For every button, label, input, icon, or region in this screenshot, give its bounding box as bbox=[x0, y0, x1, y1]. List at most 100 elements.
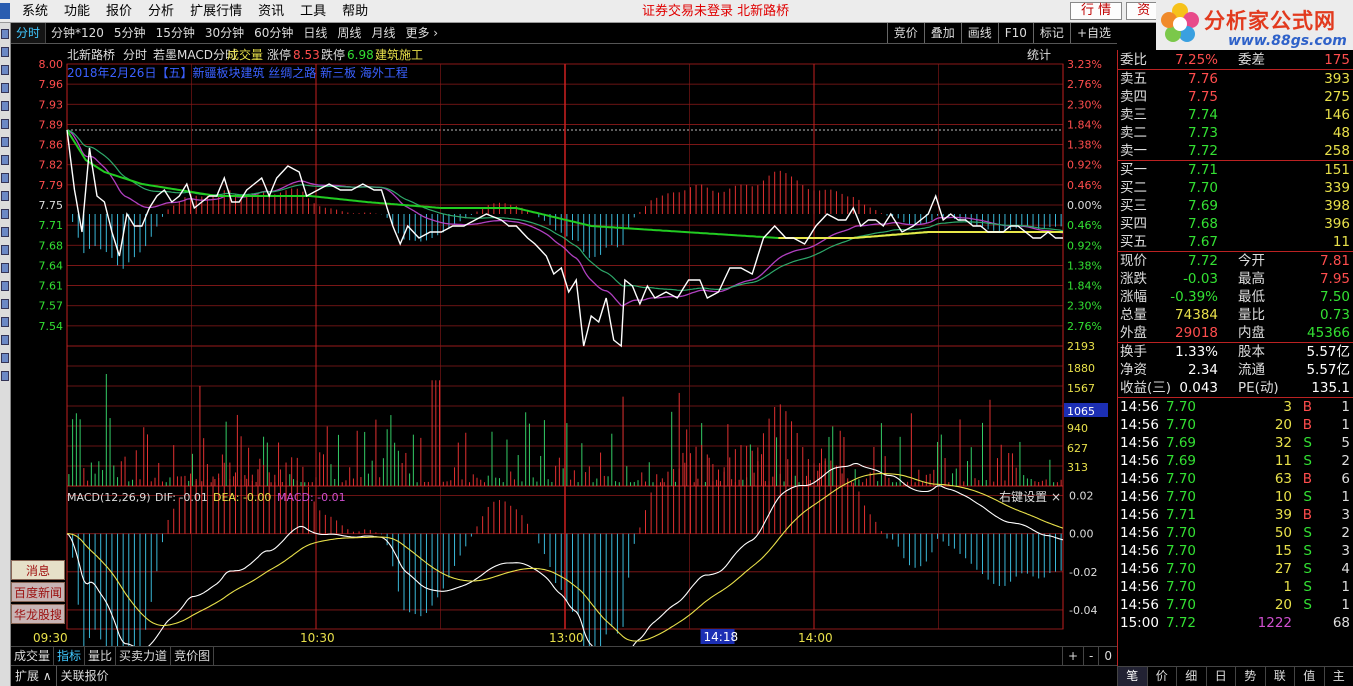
menu-item[interactable]: 功能 bbox=[56, 0, 98, 23]
quote-tab[interactable]: 联 bbox=[1264, 667, 1295, 686]
zoom-control[interactable]: + bbox=[1061, 647, 1083, 665]
period-tab[interactable]: 60分钟 bbox=[249, 23, 298, 43]
toolbar-icon[interactable] bbox=[1, 209, 9, 219]
quote-tab[interactable]: 日 bbox=[1205, 667, 1236, 686]
menu-item[interactable]: 报价 bbox=[98, 0, 140, 23]
toolbar-icon[interactable] bbox=[1, 83, 9, 93]
toolbar-icon[interactable] bbox=[1, 371, 9, 381]
zoom-control[interactable]: - bbox=[1083, 647, 1098, 665]
quote-tab[interactable]: 值 bbox=[1294, 667, 1324, 686]
toolbar-icon[interactable] bbox=[1, 101, 9, 111]
chart-tool-button[interactable]: +自选 bbox=[1069, 23, 1117, 43]
toolbar-icon[interactable] bbox=[1, 119, 9, 129]
bid-price: 7.68 bbox=[1187, 216, 1218, 232]
time-label: 10:30 bbox=[300, 631, 335, 645]
macd-tick: -0.02 bbox=[1069, 566, 1097, 579]
toolbar-icon[interactable] bbox=[1, 29, 9, 39]
pct-tick: 0.46% bbox=[1067, 179, 1102, 192]
quote-tab[interactable]: 势 bbox=[1235, 667, 1265, 686]
intraday-chart[interactable]: 8.00 7.96 7.93 7.89 7.86 7.82 7.79 7.75 7.71 7.68… bbox=[11, 44, 1117, 646]
toolbar-icon[interactable] bbox=[1, 47, 9, 57]
trade-price: 7.70 bbox=[1165, 489, 1196, 505]
trade-row: 14:56 7.70 27 S 4 bbox=[1118, 560, 1353, 578]
site-logo[interactable]: 分析家公式网 www.88gs.com bbox=[1156, 0, 1353, 50]
toolbar-icon[interactable] bbox=[1, 173, 9, 183]
period-tab[interactable]: 分钟*120 bbox=[46, 23, 109, 43]
value: 0.73 bbox=[1319, 307, 1350, 323]
toolbar-icon[interactable] bbox=[1, 281, 9, 291]
price-tick: 7.68 bbox=[39, 239, 64, 252]
menu-item[interactable]: 扩展行情 bbox=[182, 0, 250, 23]
logo-title: 分析家公式网 bbox=[1204, 9, 1336, 33]
baidu-news-button[interactable]: 百度新闻 bbox=[11, 582, 65, 602]
menu-item[interactable]: 分析 bbox=[140, 0, 182, 23]
menu-item[interactable]: 资讯 bbox=[250, 0, 292, 23]
toolbar-icon[interactable] bbox=[1, 191, 9, 201]
trade-row: 14:56 7.70 1 S 1 bbox=[1118, 578, 1353, 596]
chart-tool-button[interactable]: F10 bbox=[997, 23, 1033, 43]
menu-item[interactable]: 系统 bbox=[14, 0, 56, 23]
period-tab[interactable]: 周线 bbox=[332, 23, 366, 43]
indicator-tab[interactable]: 竞价图 bbox=[171, 647, 215, 665]
extension-toggle[interactable]: 扩展 ∧ bbox=[11, 666, 57, 686]
trade-row: 14:56 7.70 50 S 2 bbox=[1118, 524, 1353, 542]
indicator-tab[interactable]: 成交量 bbox=[11, 647, 55, 665]
value: 7.95 bbox=[1319, 271, 1350, 287]
ask-row: 卖五 7.76 393 bbox=[1118, 70, 1353, 88]
chart-tool-button[interactable]: 竞价 bbox=[886, 23, 924, 43]
ask-price: 7.72 bbox=[1187, 143, 1218, 159]
chart-tool-button[interactable]: 标记 bbox=[1032, 23, 1070, 43]
toolbar-icon[interactable] bbox=[1, 263, 9, 273]
menu-item[interactable]: 帮助 bbox=[334, 0, 376, 23]
quote-tab[interactable]: 价 bbox=[1146, 667, 1177, 686]
quote-tab[interactable]: 笔 bbox=[1117, 667, 1147, 686]
menu-item[interactable]: 工具 bbox=[292, 0, 334, 23]
toolbar-icon[interactable] bbox=[1, 227, 9, 237]
price-tick: 7.82 bbox=[39, 159, 64, 172]
period-tab[interactable]: 月线 bbox=[366, 23, 400, 43]
hualong-search-button[interactable]: 华龙股搜 bbox=[11, 604, 65, 624]
indicator-tab[interactable]: 量比 bbox=[85, 647, 117, 665]
pct-tick: 1.84% bbox=[1067, 118, 1102, 131]
pct-tick: 0.46% bbox=[1067, 219, 1102, 232]
period-tab[interactable]: 15分钟 bbox=[151, 23, 200, 43]
ask-price: 7.75 bbox=[1187, 89, 1218, 105]
toolbar-icon[interactable] bbox=[1, 155, 9, 165]
period-tab[interactable]: 分时 bbox=[11, 23, 47, 43]
price-tick: 7.93 bbox=[39, 98, 64, 111]
toolbar-icon[interactable] bbox=[1, 353, 9, 363]
toolbar-icon[interactable] bbox=[1, 335, 9, 345]
indicator-tab[interactable]: 买卖力道 bbox=[116, 647, 172, 665]
trade-count: 4 bbox=[1341, 561, 1350, 577]
stat-button[interactable]: 统计 bbox=[1027, 48, 1051, 62]
toolbar-icon[interactable] bbox=[1, 245, 9, 255]
label: 流通 bbox=[1238, 362, 1265, 378]
zoom-control[interactable]: 0 bbox=[1098, 647, 1117, 665]
time-cursor-label: 14:18 bbox=[704, 630, 739, 644]
chart-tool-button[interactable]: 叠加 bbox=[923, 23, 961, 43]
period-tab[interactable]: 更多 › bbox=[400, 23, 443, 43]
label: 最高 bbox=[1238, 271, 1265, 287]
trade-volume: 1 bbox=[1283, 579, 1292, 595]
quote-button[interactable]: 行 情 bbox=[1070, 2, 1123, 20]
news-button[interactable]: 消息 bbox=[11, 560, 65, 580]
toolbar-icon[interactable] bbox=[1, 299, 9, 309]
chart-tool-button[interactable]: 画线 bbox=[960, 23, 998, 43]
value: 45366 bbox=[1307, 325, 1350, 341]
period-tab[interactable]: 5分钟 bbox=[109, 23, 151, 43]
trade-row: 14:56 7.71 39 B 3 bbox=[1118, 506, 1353, 524]
indicator-tab[interactable]: 指标 bbox=[54, 647, 86, 665]
toolbar-icon[interactable] bbox=[1, 317, 9, 327]
quote-tab[interactable]: 主 bbox=[1323, 667, 1353, 686]
ask-volume: 48 bbox=[1332, 125, 1350, 141]
chart-header-text: 分时 bbox=[123, 48, 147, 62]
related-quotes-tab[interactable]: 关联报价 bbox=[57, 666, 113, 686]
period-tab[interactable]: 30分钟 bbox=[200, 23, 249, 43]
toolbar-icon[interactable] bbox=[1, 137, 9, 147]
quote-tab[interactable]: 细 bbox=[1176, 667, 1206, 686]
macd-settings-button[interactable]: 右键设置 × bbox=[999, 489, 1061, 504]
app-icon[interactable] bbox=[0, 3, 10, 19]
toolbar-icon[interactable] bbox=[1, 65, 9, 75]
period-tab[interactable]: 日线 bbox=[298, 23, 332, 43]
bid-price: 7.69 bbox=[1187, 198, 1218, 214]
